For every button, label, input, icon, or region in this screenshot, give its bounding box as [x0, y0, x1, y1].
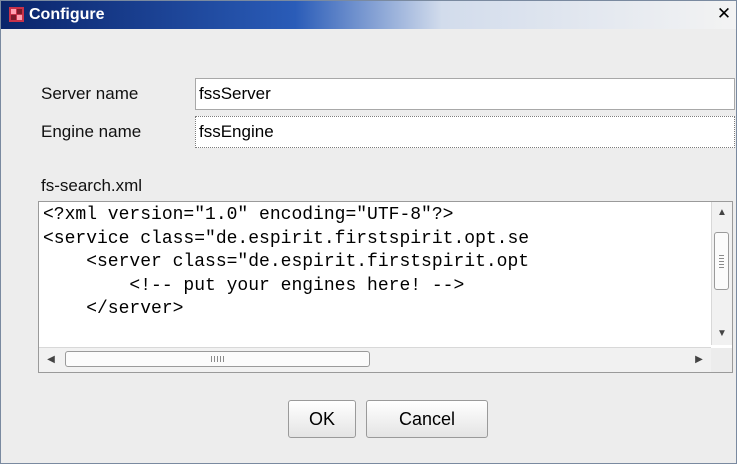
server-name-label: Server name: [41, 84, 139, 103]
xml-code-area[interactable]: <?xml version="1.0" encoding="UTF-8"?> <…: [43, 204, 693, 344]
horizontal-scrollbar[interactable]: ◀ ▶: [39, 347, 711, 372]
horizontal-scroll-thumb[interactable]: [65, 351, 370, 367]
code-line: <?xml version="1.0" encoding="UTF-8"?>: [43, 205, 454, 225]
code-line: <!-- put your engines here! -->: [43, 275, 465, 296]
arrow-right-icon[interactable]: ▶: [690, 351, 708, 369]
scrollbar-corner: [711, 348, 732, 372]
window-title: Configure: [29, 6, 105, 23]
code-line: <service class="de.espirit.firstspirit.o…: [43, 228, 530, 249]
cancel-button[interactable]: Cancel: [366, 400, 488, 438]
configure-dialog: Configure ✕ Server name fssServer Engine…: [0, 0, 737, 464]
close-icon[interactable]: ✕: [716, 5, 732, 23]
engine-name-input[interactable]: fssEngine: [195, 116, 735, 148]
code-line: <server class="de.espirit.firstspirit.op…: [43, 252, 530, 272]
ok-button[interactable]: OK: [288, 400, 356, 438]
xml-editor-label: fs-search.xml: [41, 176, 143, 195]
vertical-scrollbar[interactable]: ▲ ▼: [711, 202, 732, 345]
xml-editor[interactable]: <?xml version="1.0" encoding="UTF-8"?> <…: [38, 201, 733, 373]
grip-icon: [211, 356, 225, 362]
arrow-left-icon[interactable]: ◀: [42, 351, 60, 369]
title-bar[interactable]: Configure ✕: [1, 1, 736, 29]
arrow-down-icon[interactable]: ▼: [713, 325, 731, 343]
engine-name-label: Engine name: [41, 122, 142, 141]
server-name-input[interactable]: fssServer: [195, 78, 735, 110]
arrow-up-icon[interactable]: ▲: [713, 204, 731, 222]
code-line: </server>: [43, 299, 184, 319]
app-icon: [9, 7, 24, 22]
grip-icon: [719, 255, 724, 269]
vertical-scroll-thumb[interactable]: [714, 232, 729, 290]
